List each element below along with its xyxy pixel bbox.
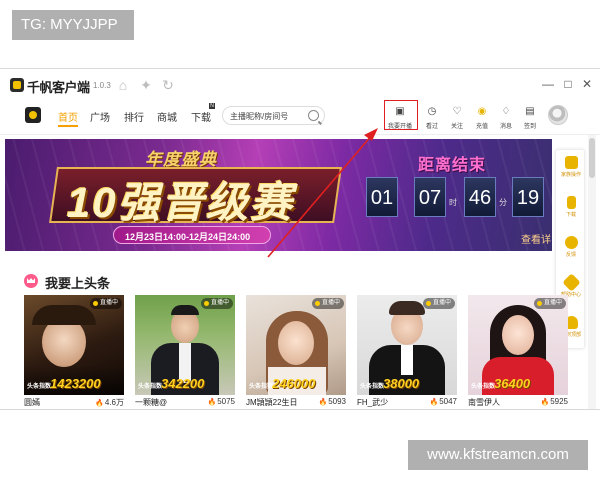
banner-title: 10强晋级赛 — [67, 179, 294, 226]
checkin-button[interactable]: ▤ 签到 — [517, 104, 543, 132]
streamer-name: 圆嫣 — [24, 398, 40, 407]
countdown-minutes: 46 — [464, 177, 496, 217]
headline-index: 36400 — [494, 376, 531, 391]
close-icon[interactable]: ✕ — [580, 76, 594, 92]
nav-logo-icon[interactable] — [25, 107, 41, 123]
broom-icon[interactable]: ✦ — [138, 77, 154, 93]
search-input[interactable]: 主播昵称/房间号 — [222, 106, 325, 125]
search-icon[interactable] — [308, 110, 319, 121]
user-avatar[interactable] — [548, 105, 568, 125]
side-feedback-label: 反馈 — [565, 252, 576, 258]
countdown-hours-unit: 时 — [449, 198, 457, 207]
tab-square[interactable]: 广场 — [90, 109, 110, 124]
phone-icon — [566, 196, 576, 209]
history-button[interactable]: ◷ 看过 — [419, 104, 445, 132]
tab-ranking[interactable]: 排行 — [124, 109, 144, 124]
live-badge: 直播中 — [533, 298, 566, 309]
app-name: 千帆客户端 — [27, 80, 90, 95]
streamer-card[interactable]: 直播中 头条指数 1423200 圆嫣 4.6万 — [24, 295, 124, 409]
countdown-title: 距离结束 — [418, 157, 487, 174]
event-banner[interactable]: 年度盛典 10强晋级赛 12月23日14:00-12月24日24:00 距离结束… — [5, 139, 552, 251]
side-feedback-button[interactable]: 反馈 — [556, 236, 586, 258]
checkin-label: 签到 — [523, 124, 536, 130]
live-badge: 直播中 — [311, 298, 344, 309]
family-icon — [564, 156, 578, 169]
message-button[interactable]: ♢ 消息 — [493, 104, 519, 132]
clock-icon: ◷ — [427, 106, 437, 117]
calendar-icon: ▤ — [525, 106, 535, 117]
headline-index: 1423200 — [50, 376, 101, 391]
banner-date: 12月23日14:00-12月24日24:00 — [125, 232, 251, 242]
live-badge: 直播中 — [89, 298, 122, 309]
streamer-card[interactable]: 直播中 头条指数 38000 FH_武少 5047 — [357, 295, 457, 409]
streamer-heat: 4.6万 — [95, 397, 124, 408]
streamer-card[interactable]: 直播中 头条指数 36400 南雪伊人 5925 — [468, 295, 568, 409]
title-bar: 千帆客户端 1.0.3 ⌂ ✦ ↻ — □ ✕ — [0, 69, 600, 101]
banner-more-link[interactable]: 查看详 — [521, 231, 551, 246]
recharge-label: 充值 — [475, 124, 488, 130]
site-watermark: www.kfstreamcn.com — [408, 440, 588, 470]
new-badge: N — [209, 103, 215, 109]
help-icon — [561, 273, 581, 292]
go-live-highlight-box — [384, 100, 418, 130]
streamer-heat: 5925 — [540, 397, 568, 406]
follow-button[interactable]: ♡ 关注 — [444, 104, 470, 132]
live-badge: 直播中 — [422, 298, 455, 309]
section-title: 我要上头条 — [45, 276, 111, 291]
message-label: 消息 — [499, 124, 512, 130]
app-version: 1.0.3 — [93, 81, 111, 90]
headline-index-label: 头条指数 — [138, 384, 163, 390]
countdown-minutes-unit: 分 — [499, 198, 507, 207]
headline-index: 342200 — [161, 376, 205, 391]
headline-index-label: 头条指数 — [471, 384, 496, 390]
side-download-button[interactable]: 下载 — [556, 196, 586, 218]
streamer-card[interactable]: 直播中 头条指数 342200 一颗糖@ 5075 — [135, 295, 235, 409]
home-icon[interactable]: ⌂ — [115, 77, 131, 93]
tab-mall[interactable]: 商城 — [157, 109, 177, 124]
maximize-icon[interactable]: □ — [561, 76, 575, 92]
live-badge: 直播中 — [200, 298, 233, 309]
bell-icon: ♢ — [501, 106, 511, 117]
streamer-name: 南雪伊人 — [468, 398, 500, 407]
streamer-name: FH_武少 — [357, 398, 389, 407]
app-logo-icon — [10, 78, 24, 92]
headline-index-label: 头条指数 — [27, 384, 52, 390]
streamer-heat: 5075 — [207, 397, 235, 406]
side-download-label: 下载 — [565, 212, 576, 218]
streamer-heat: 5047 — [429, 397, 457, 406]
side-family-button[interactable]: 家族操作 — [556, 156, 586, 178]
headline-index-label: 头条指数 — [249, 384, 274, 390]
chat-bubble-icon — [564, 236, 578, 249]
headline-index: 246000 — [272, 376, 316, 391]
search-placeholder: 主播昵称/房间号 — [230, 112, 289, 121]
streamer-card[interactable]: 直播中 头条指数 246000 JM頴頴22生日 5093 — [246, 295, 346, 409]
follow-label: 关注 — [450, 124, 463, 130]
screenshot-page: TG: MYYJJPP 千帆客户端 1.0.3 ⌂ ✦ ↻ — □ ✕ 首页 广… — [0, 0, 600, 480]
scrollbar[interactable] — [588, 135, 596, 409]
refresh-icon[interactable]: ↻ — [160, 77, 176, 93]
minimize-icon[interactable]: — — [541, 76, 555, 92]
streamer-heat: 5093 — [318, 397, 346, 406]
countdown-seconds: 19 — [512, 177, 544, 217]
tab-home[interactable]: 首页 — [58, 109, 78, 127]
countdown-days: 01 — [366, 177, 398, 217]
streamer-name: 一颗糖@ — [135, 398, 168, 407]
scrollbar-thumb[interactable] — [589, 138, 595, 178]
heart-icon: ♡ — [452, 106, 462, 117]
streamer-name: JM頴頴22生日 — [246, 398, 298, 407]
nav-bar: 首页 广场 排行 商城 下载 N 主播昵称/房间号 ▣ 我要开播 ◷ 看过 ♡ … — [0, 101, 600, 135]
coin-icon: ◉ — [477, 106, 487, 117]
countdown-hours: 07 — [414, 177, 446, 217]
app-window: 千帆客户端 1.0.3 ⌂ ✦ ↻ — □ ✕ 首页 广场 排行 商城 下载 N… — [0, 68, 600, 410]
history-label: 看过 — [425, 124, 438, 130]
recharge-button[interactable]: ◉ 充值 — [469, 104, 495, 132]
side-family-label: 家族操作 — [560, 172, 581, 178]
crown-icon — [24, 274, 38, 288]
headline-index-label: 头条指数 — [360, 384, 385, 390]
tab-download[interactable]: 下载 — [191, 109, 211, 124]
telegram-watermark: TG: MYYJJPP — [12, 10, 134, 40]
headline-index: 38000 — [383, 376, 420, 391]
